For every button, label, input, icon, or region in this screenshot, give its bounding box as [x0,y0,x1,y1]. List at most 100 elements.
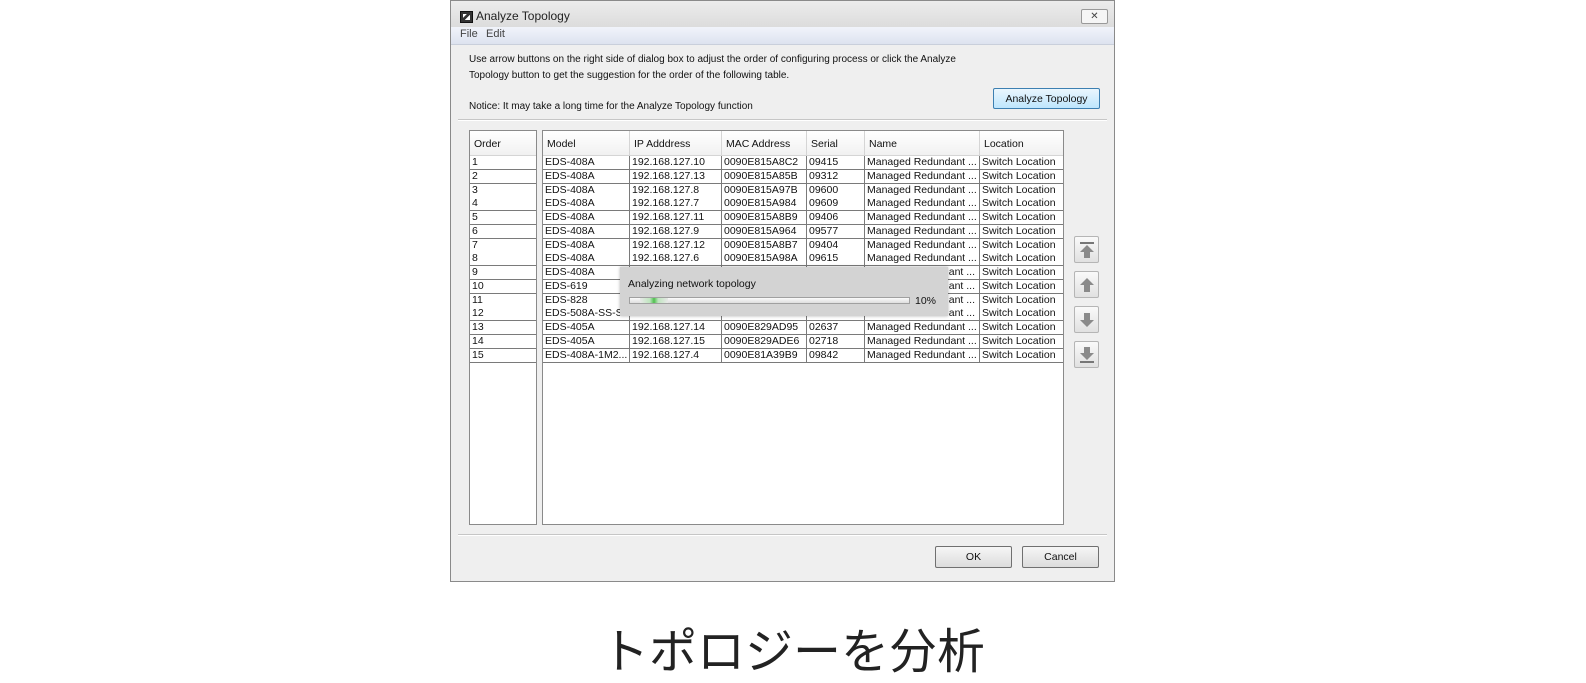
device-table-header: Model IP Adddress MAC Address Serial Nam… [543,131,1063,156]
cell-ip-address: 192.168.127.13 [630,169,722,183]
cell-name: Managed Redundant ... [865,334,980,348]
order-row[interactable]: 12 [470,307,536,322]
cell-ip-address: 192.168.127.14 [630,321,722,334]
move-down-button[interactable] [1074,306,1099,333]
column-header-serial[interactable]: Serial [807,131,865,155]
cell-mac-address: 0090E81A39B9 [722,348,807,362]
move-to-bottom-button[interactable] [1074,341,1099,368]
cancel-button[interactable]: Cancel [1022,546,1099,568]
cell-order: 11 [472,293,483,306]
order-row[interactable]: 13 [470,321,536,335]
cell-order: 13 [472,321,484,333]
move-up-button[interactable] [1074,271,1099,298]
order-row[interactable]: 4 [470,197,536,212]
cell-ip-address: 192.168.127.8 [630,183,722,197]
table-row[interactable]: EDS-405A 192.168.127.14 0090E829AD95 02637 M… [543,321,1063,335]
cell-ip-address: 192.168.127.15 [630,334,722,348]
move-bottom-icon [1080,347,1094,363]
menu-bar: File Edit [451,27,1114,45]
column-header-location[interactable]: Location [980,131,1063,155]
order-row[interactable]: 1 [470,156,536,170]
cell-location: Switch Location [982,321,1056,333]
table-row[interactable]: EDS-408A 192.168.127.9 0090E815A964 09577 Ma… [543,224,1063,239]
cell-order: 1 [472,156,478,168]
cell-mac-address: 0090E829AD95 [722,321,807,334]
cell-location: Switch Location [982,156,1056,168]
order-row[interactable]: 15 [470,348,536,363]
order-row[interactable]: 14 [470,334,536,349]
column-header-mac-address[interactable]: MAC Address [722,131,807,155]
title-bar: Analyze Topology ✕ [451,1,1114,27]
cell-mac-address: 0090E815A97B [722,183,807,197]
analyze-topology-button[interactable]: Analyze Topology [993,88,1100,109]
cell-serial: 09404 [807,238,865,252]
order-row[interactable]: 2 [470,169,536,184]
table-row[interactable]: EDS-408A 192.168.127.7 0090E815A984 09609 Ma… [543,197,1063,212]
cell-order: 12 [472,307,484,320]
cell-serial: 02718 [807,334,865,348]
order-row[interactable]: 9 [470,266,536,280]
cell-model: EDS-408A [543,211,630,224]
table-row[interactable]: EDS-408A 192.168.127.13 0090E815A85B 09312 M… [543,169,1063,184]
cell-order: 3 [472,183,478,196]
table-row[interactable]: EDS-408A-1M2... 192.168.127.4 0090E81A39B9… [543,348,1063,363]
menu-edit[interactable]: Edit [486,28,505,40]
cell-model: EDS-408A [543,183,630,197]
column-header-ip-address[interactable]: IP Adddress [630,131,722,155]
order-row[interactable]: 10 [470,279,536,294]
cell-mac-address: 0090E815A85B [722,169,807,183]
cell-mac-address: 0090E815A984 [722,197,807,211]
cell-model: EDS-408A [543,252,630,266]
progress-bar [629,297,910,304]
cell-location: Switch Location [982,307,1056,320]
cell-name: Managed Redundant ... [865,183,980,197]
cell-order: 7 [472,238,478,251]
move-up-icon [1080,278,1094,292]
ok-button[interactable]: OK [935,546,1012,568]
cell-ip-address: 192.168.127.10 [630,156,722,169]
cell-serial: 09577 [807,224,865,238]
order-row[interactable]: 11 [470,293,536,308]
progress-bar-fill [639,298,668,303]
move-to-top-button[interactable] [1074,236,1099,263]
table-row[interactable]: EDS-405A 192.168.127.15 0090E829ADE6 02718 M… [543,334,1063,349]
cell-ip-address: 192.168.127.6 [630,252,722,266]
cell-order: 15 [472,348,484,361]
cell-location: Switch Location [982,279,1056,292]
table-row[interactable]: EDS-408A 192.168.127.8 0090E815A97B 09600 Ma… [543,183,1063,198]
separator [458,119,1107,121]
order-row[interactable]: 8 [470,252,536,267]
cell-order: 8 [472,252,478,265]
order-row[interactable]: 6 [470,224,536,239]
cell-order: 5 [472,211,478,223]
order-row[interactable]: 7 [470,238,536,253]
menu-file[interactable]: File [460,28,478,40]
cell-location: Switch Location [982,238,1056,251]
cell-mac-address: 0090E815A8B7 [722,238,807,252]
cell-serial: 09609 [807,197,865,211]
column-header-model[interactable]: Model [543,131,630,155]
order-table-header: Order [470,131,536,156]
order-row[interactable]: 3 [470,183,536,198]
cell-order: 2 [472,169,478,182]
order-row[interactable]: 5 [470,211,536,225]
notice-text: Notice: It may take a long time for the … [469,101,753,112]
move-top-icon [1080,242,1094,258]
table-row[interactable]: EDS-408A 192.168.127.10 0090E815A8C2 09415 M… [543,156,1063,170]
cell-name: Managed Redundant ... [865,238,980,252]
table-row[interactable]: EDS-408A 192.168.127.6 0090E815A98A 09615 Ma… [543,252,1063,267]
column-header-name[interactable]: Name [865,131,980,155]
cell-serial: 02637 [807,321,865,334]
table-row[interactable]: EDS-408A 192.168.127.11 0090E815A8B9 09406 M… [543,211,1063,225]
column-header-order[interactable]: Order [470,131,536,155]
move-down-icon [1080,313,1094,327]
cell-model: EDS-508A-SS-S [543,307,630,321]
cell-model: EDS-408A [543,224,630,238]
cell-ip-address: 192.168.127.4 [630,348,722,362]
cell-ip-address: 192.168.127.7 [630,197,722,211]
table-row[interactable]: EDS-408A 192.168.127.12 0090E815A8B7 09404 M… [543,238,1063,253]
close-button[interactable]: ✕ [1081,9,1108,24]
cell-order: 9 [472,266,478,278]
cell-location: Switch Location [982,211,1056,223]
cell-location: Switch Location [982,266,1056,278]
